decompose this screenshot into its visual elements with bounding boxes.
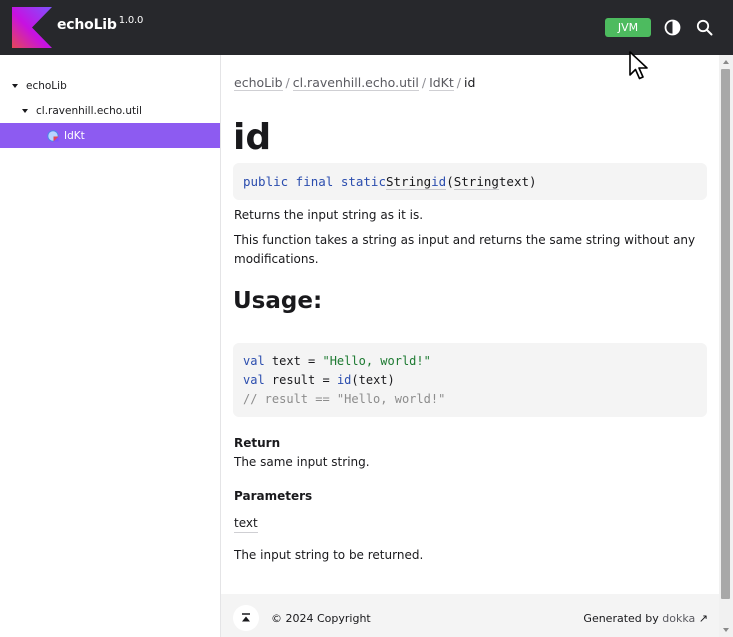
breadcrumb-link-idkt[interactable]: IdKt — [429, 75, 454, 91]
parameter-name-link[interactable]: text — [234, 516, 258, 533]
page-title: id — [233, 117, 272, 158]
breadcrumb-separator: / — [421, 75, 427, 90]
code-text: result = — [264, 373, 337, 387]
usage-heading: Usage: — [233, 288, 323, 314]
kotlin-logo-icon[interactable] — [12, 7, 52, 48]
sidebar-item-idkt[interactable]: IdKt — [0, 123, 220, 148]
breadcrumb-link-echolib[interactable]: echoLib — [234, 75, 283, 91]
chevron-down-icon[interactable] — [12, 83, 18, 88]
code-function: id — [336, 373, 352, 387]
return-heading: Return — [234, 436, 281, 450]
platform-filter-button[interactable]: JVM — [605, 18, 651, 37]
chevron-down-icon[interactable] — [22, 108, 28, 113]
external-link-icon[interactable]: ↗ — [699, 612, 708, 625]
description-text: This function takes a string as input an… — [234, 233, 696, 266]
parameter-description: The input string to be returned. — [234, 548, 424, 562]
function-name-link[interactable]: id — [431, 174, 447, 190]
theme-toggle-icon[interactable] — [664, 19, 681, 36]
summary-text: Returns the input string as it is. — [234, 208, 424, 222]
breadcrumb-separator: / — [456, 75, 462, 90]
scroll-down-arrow-icon[interactable] — [723, 628, 729, 632]
breadcrumb: echoLib / cl.ravenhill.echo.util / IdKt / id — [234, 75, 476, 91]
generated-by: Generated by dokka ↗ — [583, 612, 708, 625]
sidebar-item-label[interactable]: IdKt — [64, 130, 85, 142]
return-type-link[interactable]: String — [386, 174, 432, 190]
scroll-up-arrow-icon[interactable] — [723, 60, 729, 64]
param-type-link[interactable]: String — [453, 174, 499, 190]
mouse-cursor-icon — [629, 51, 648, 80]
vertical-scrollbar[interactable] — [719, 55, 733, 637]
arrow-to-top-icon — [242, 613, 250, 622]
version-label: 1.0.0 — [118, 15, 144, 26]
function-signature: public final static String id(String tex… — [233, 163, 707, 200]
code-line: // result == "Hello, world!" — [243, 390, 697, 409]
code-text: text = — [264, 354, 323, 368]
code-keyword: val — [243, 373, 265, 387]
top-bar: echoLib 1.0.0 JVM — [0, 0, 733, 55]
parameters-heading: Parameters — [234, 489, 313, 503]
code-comment: // result == "Hello, world!" — [243, 392, 446, 406]
breadcrumb-current: id — [464, 75, 476, 90]
library-name[interactable]: echoLib 1.0.0 — [57, 15, 144, 33]
kotlin-file-icon — [47, 129, 59, 142]
usage-code-block[interactable]: val text = "Hello, world!" val result = i… — [233, 343, 707, 417]
scrollbar-thumb[interactable] — [721, 69, 730, 599]
return-text: The same input string. — [234, 455, 370, 469]
param-name: text — [498, 174, 530, 189]
code-line: val text = "Hello, world!" — [243, 352, 697, 371]
sidebar-item-label[interactable]: echoLib — [26, 80, 67, 92]
code-text: (text) — [351, 373, 395, 387]
generated-by-label: Generated by — [583, 612, 659, 625]
brand-name[interactable]: echoLib — [57, 17, 117, 33]
footer: © 2024 Copyright Generated by dokka ↗ — [221, 594, 719, 637]
signature-modifiers: public final static — [243, 174, 386, 189]
dokka-link[interactable]: dokka — [662, 612, 695, 625]
sidebar-item-label[interactable]: cl.ravenhill.echo.util — [36, 105, 142, 117]
search-icon[interactable] — [696, 19, 713, 36]
main-content: echoLib / cl.ravenhill.echo.util / IdKt / id i… — [221, 55, 719, 637]
sidebar-item-package[interactable]: cl.ravenhill.echo.util — [0, 98, 220, 123]
breadcrumb-separator: / — [285, 75, 290, 90]
breadcrumb-link-package[interactable]: cl.ravenhill.echo.util — [292, 75, 419, 91]
copyright-text: © 2024 Copyright — [271, 612, 371, 625]
code-keyword: val — [243, 354, 265, 368]
scroll-to-top-button[interactable] — [233, 605, 259, 631]
sidebar-item-echolib[interactable]: echoLib — [0, 73, 220, 98]
code-string: "Hello, world!" — [322, 354, 431, 368]
code-line: val result = id(text) — [243, 371, 697, 390]
navigation-sidebar: echoLib cl.ravenhill.echo.util IdKt — [0, 55, 221, 637]
